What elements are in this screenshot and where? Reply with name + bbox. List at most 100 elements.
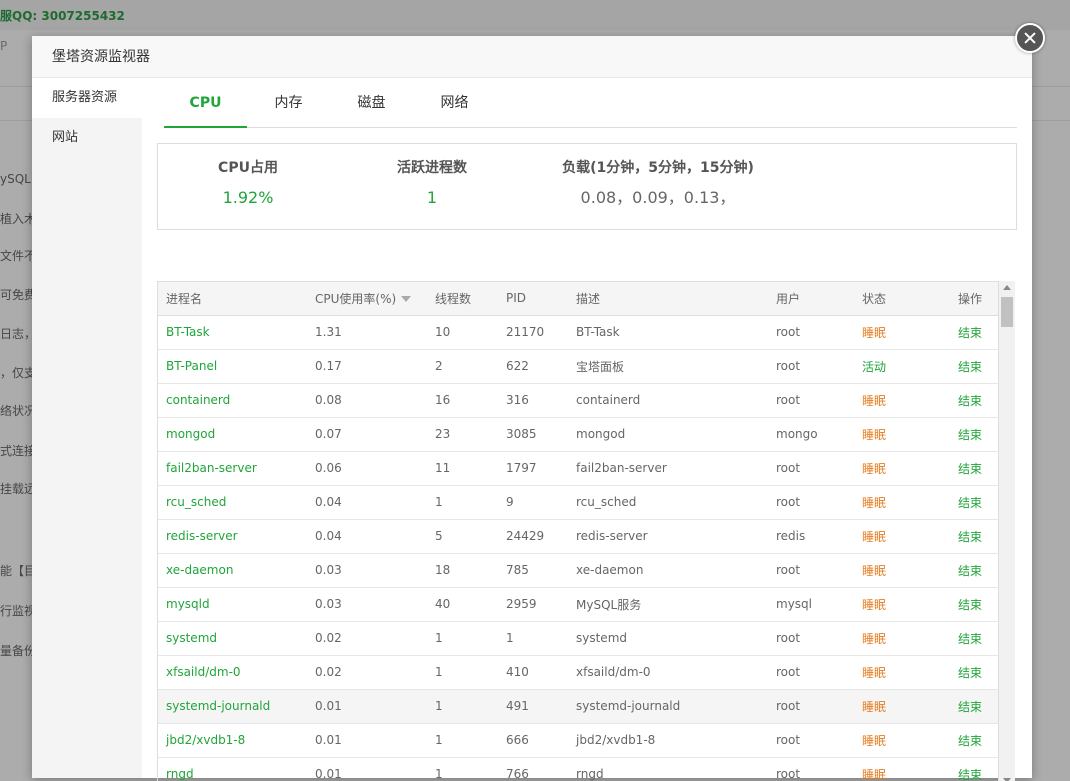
cpu-usage-value: 1.92% [222,188,274,207]
description-cell: fail2ban-server [568,451,768,486]
kill-process-button[interactable]: 结束 [950,621,998,656]
column-header-label: CPU使用率(%) [315,291,397,306]
cpu-stats-panel: CPU占用 1.92% 活跃进程数 1 负载(1分钟，5分钟，15分钟) 0.0… [157,143,1017,230]
cpu-usage-cell: 0.03 [307,553,427,588]
column-header-label: 操作 [958,291,983,306]
column-header-label: 进程名 [166,291,203,306]
column-header-label: 状态 [862,291,887,306]
pid-cell: 316 [498,383,568,418]
process-table-body: BT-Task 1.31 10 21170 BT-Task root 睡眠 结束 BT-Pane… [158,315,998,781]
tab-network[interactable]: 网络 [413,84,496,128]
process-name-cell[interactable]: BT-Task [158,315,307,350]
process-name-cell[interactable]: redis-server [158,519,307,554]
user-cell: mysql [768,587,854,622]
column-header-pid[interactable]: PID [498,282,568,316]
status-cell: 睡眠 [854,553,950,588]
kill-process-button[interactable]: 结束 [950,485,998,520]
close-dialog-button[interactable] [1015,23,1045,53]
pid-cell: 491 [498,689,568,724]
process-name-cell[interactable]: jbd2/xvdb1-8 [158,723,307,758]
user-cell: root [768,689,854,724]
kill-process-button[interactable]: 结束 [950,553,998,588]
table-row[interactable]: fail2ban-server 0.06 11 1797 fail2ban-server… [158,451,998,486]
status-cell: 睡眠 [854,655,950,690]
kill-process-button[interactable]: 结束 [950,417,998,452]
threads-cell: 1 [427,757,498,781]
kill-process-button[interactable]: 结束 [950,349,998,384]
column-header-process-name[interactable]: 进程名 [158,282,307,316]
pid-cell: 1797 [498,451,568,486]
sidebar-item-server-resources[interactable]: 服务器资源 [32,78,142,118]
description-cell: rngd [568,757,768,781]
column-header-description[interactable]: 描述 [568,282,768,316]
tab-memory[interactable]: 内存 [247,84,330,128]
kill-process-button[interactable]: 结束 [950,689,998,724]
table-row[interactable]: rngd 0.01 1 766 rngd root 睡眠 结束 [158,757,998,781]
process-name-cell[interactable]: systemd [158,621,307,656]
process-table: 进程名 CPU使用率(%) 线程数 PID 描述 用户 状态 操作 BT-Tas… [158,282,998,781]
table-row[interactable]: mysqld 0.03 40 2959 MySQL服务 mysql 睡眠 结束 [158,587,998,622]
user-cell: root [768,451,854,486]
threads-cell: 1 [427,621,498,656]
table-row[interactable]: xfsaild/dm-0 0.02 1 410 xfsaild/dm-0 root 睡眠 结束 [158,655,998,690]
process-name-cell[interactable]: rcu_sched [158,485,307,520]
tab-cpu[interactable]: CPU [164,84,247,128]
kill-process-button[interactable]: 结束 [950,655,998,690]
column-header-status[interactable]: 状态 [854,282,950,316]
table-row[interactable]: systemd-journald 0.01 1 491 systemd-journald… [158,689,998,724]
kill-process-button[interactable]: 结束 [950,451,998,486]
table-row[interactable]: redis-server 0.04 5 24429 redis-server redis 睡… [158,519,998,554]
table-scrollbar[interactable] [999,281,1015,781]
column-header-cpu-usage[interactable]: CPU使用率(%) [307,282,427,316]
process-name-cell[interactable]: mongod [158,417,307,452]
process-name-cell[interactable]: BT-Panel [158,349,307,384]
threads-cell: 1 [427,689,498,724]
table-row[interactable]: containerd 0.08 16 316 containerd root 睡眠 结束 [158,383,998,418]
process-name-cell[interactable]: containerd [158,383,307,418]
table-row[interactable]: jbd2/xvdb1-8 0.01 1 666 jbd2/xvdb1-8 root 睡眠 结束 [158,723,998,758]
kill-process-button[interactable]: 结束 [950,315,998,350]
process-name-cell[interactable]: xe-daemon [158,553,307,588]
process-name-cell[interactable]: fail2ban-server [158,451,307,486]
description-cell: containerd [568,383,768,418]
user-cell: root [768,349,854,384]
status-cell: 睡眠 [854,485,950,520]
cpu-usage-stat: CPU占用 1.92% [198,158,298,208]
tab-disk[interactable]: 磁盘 [330,84,413,128]
active-process-label: 活跃进程数 [397,160,467,176]
process-name-cell[interactable]: mysqld [158,587,307,622]
process-name-cell[interactable]: rngd [158,757,307,781]
user-cell: redis [768,519,854,554]
table-row[interactable]: systemd 0.02 1 1 systemd root 睡眠 结束 [158,621,998,656]
table-row[interactable]: BT-Panel 0.17 2 622 宝塔面板 root 活动 结束 [158,349,998,384]
column-header-label: 用户 [776,291,801,306]
table-row[interactable]: rcu_sched 0.04 1 9 rcu_sched root 睡眠 结束 [158,485,998,520]
column-header-user[interactable]: 用户 [768,282,854,316]
description-cell: xfsaild/dm-0 [568,655,768,690]
kill-process-button[interactable]: 结束 [950,757,998,781]
kill-process-button[interactable]: 结束 [950,587,998,622]
column-header-label: 线程数 [435,291,472,306]
description-cell: mongod [568,417,768,452]
table-row[interactable]: mongod 0.07 23 3085 mongod mongo 睡眠 结束 [158,417,998,452]
status-cell: 睡眠 [854,383,950,418]
sidebar-item-websites[interactable]: 网站 [32,118,142,158]
kill-process-button[interactable]: 结束 [950,383,998,418]
threads-cell: 11 [427,451,498,486]
kill-process-button[interactable]: 结束 [950,723,998,758]
process-name-cell[interactable]: systemd-journald [158,689,307,724]
process-name-cell[interactable]: xfsaild/dm-0 [158,655,307,690]
status-cell: 睡眠 [854,621,950,656]
scroll-thumb[interactable] [1001,297,1013,327]
status-cell: 睡眠 [854,417,950,452]
scroll-up-icon[interactable] [1003,285,1011,290]
table-row[interactable]: BT-Task 1.31 10 21170 BT-Task root 睡眠 结束 [158,315,998,350]
resource-monitor-dialog: 堡塔资源监视器 服务器资源 网站 CPU 内存 磁盘 网络 CPU占用 1.92… [32,36,1032,781]
cpu-usage-cell: 0.03 [307,587,427,622]
table-row[interactable]: xe-daemon 0.03 18 785 xe-daemon root 睡眠 结束 [158,553,998,588]
kill-process-button[interactable]: 结束 [950,519,998,554]
process-table-container[interactable]: 进程名 CPU使用率(%) 线程数 PID 描述 用户 状态 操作 BT-Tas… [157,281,999,781]
user-cell: root [768,485,854,520]
description-cell: redis-server [568,519,768,554]
column-header-threads[interactable]: 线程数 [427,282,498,316]
